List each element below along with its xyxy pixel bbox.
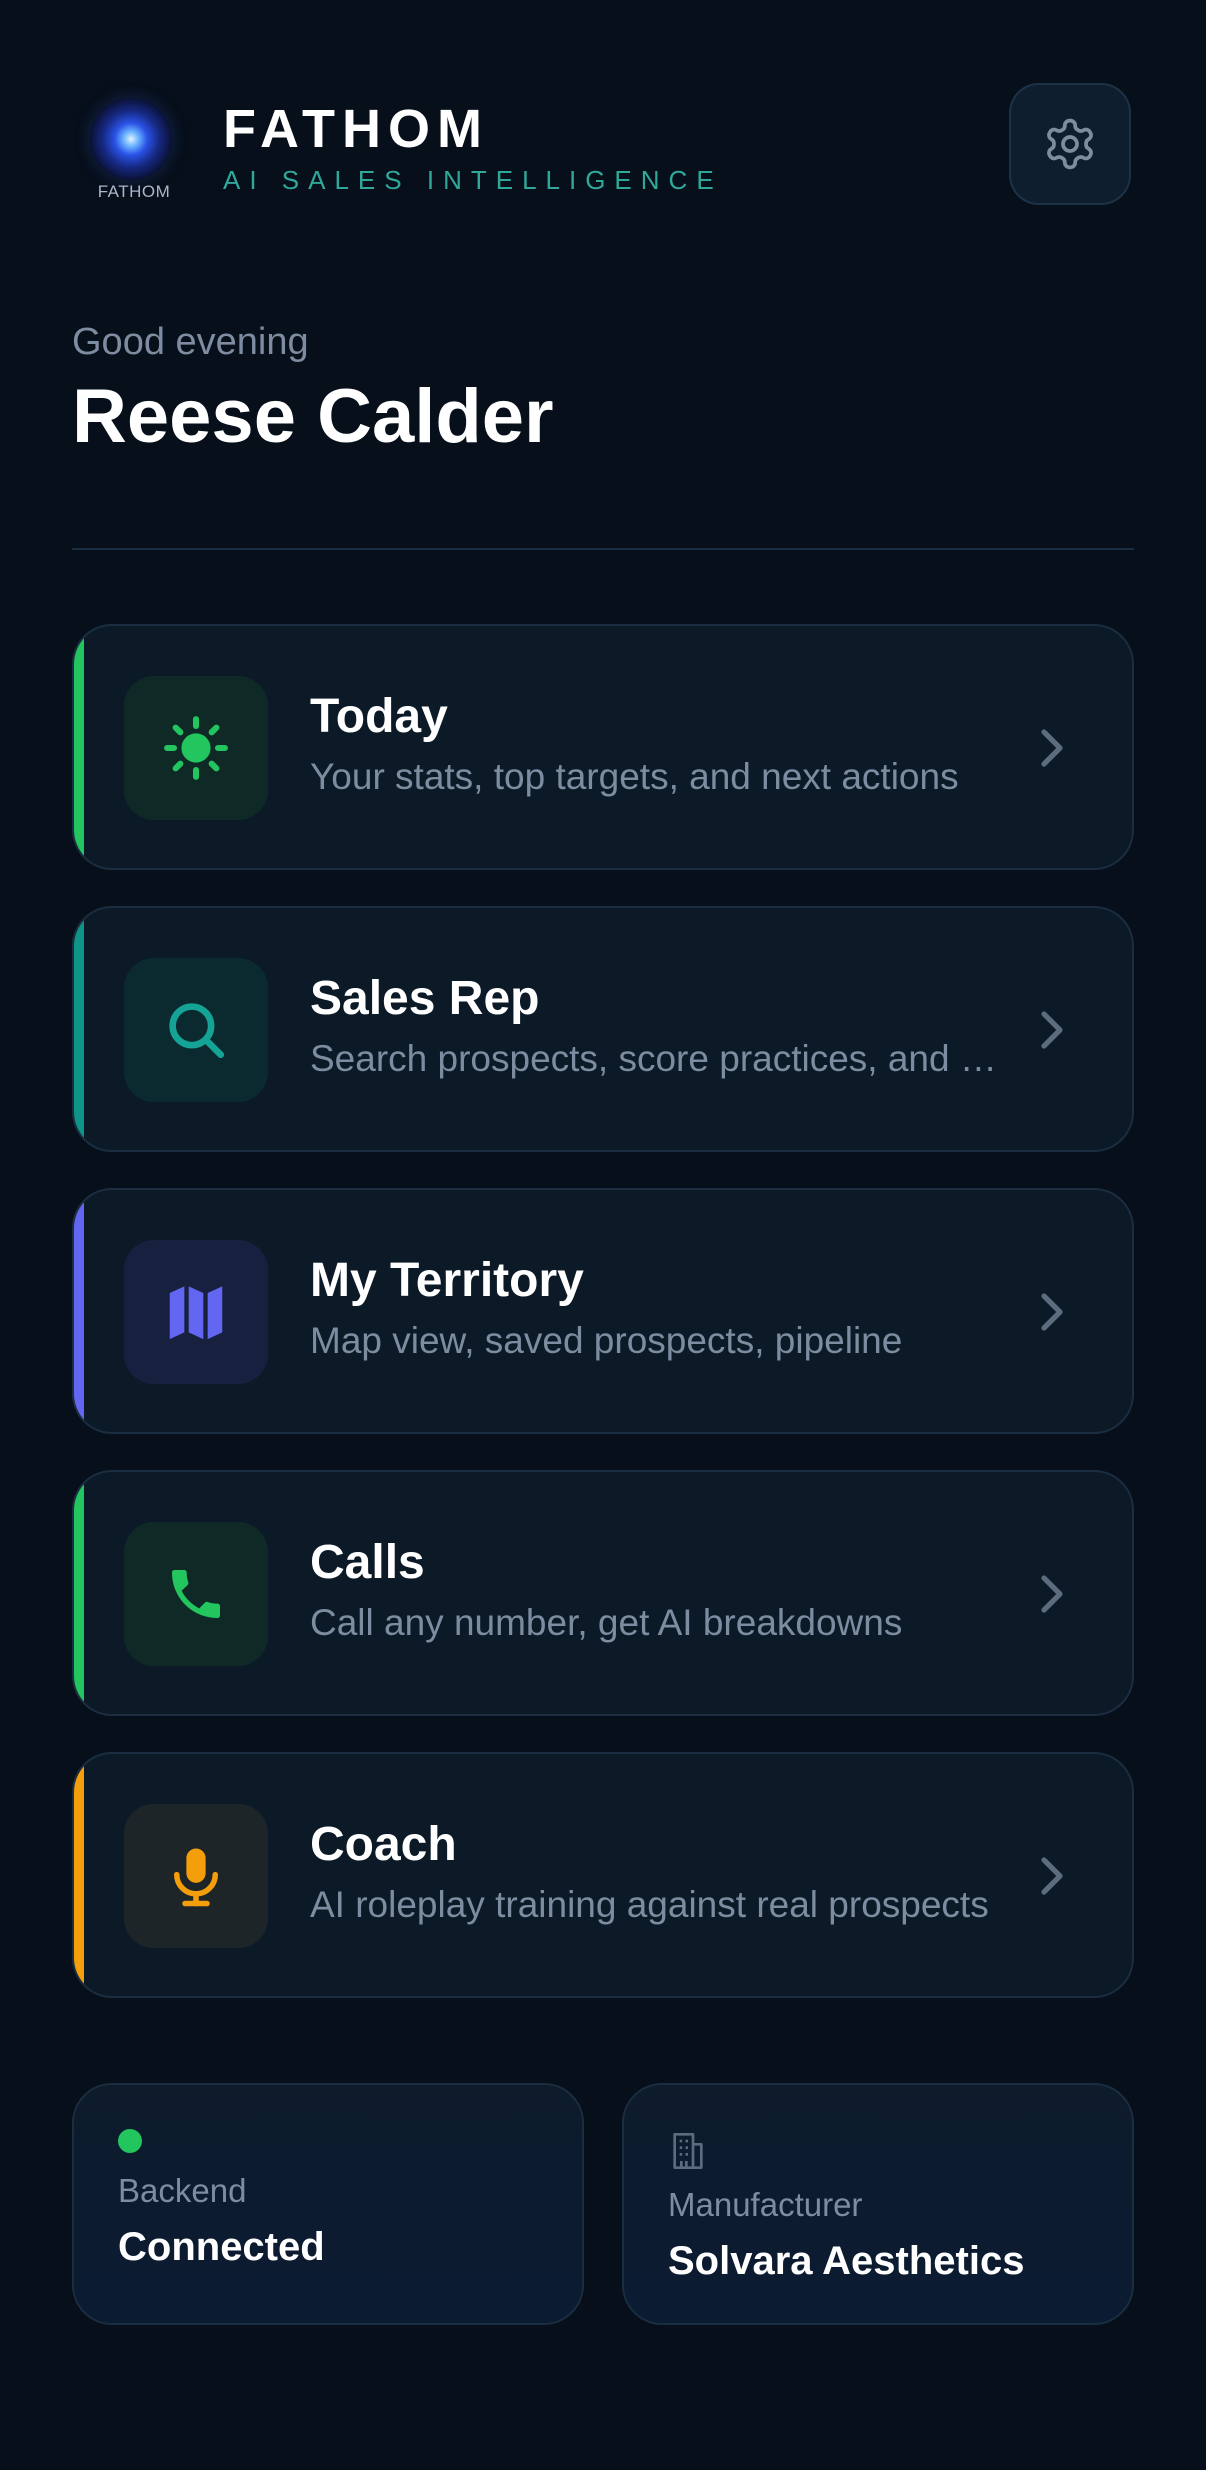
brand-name: FATHOM: [223, 99, 489, 159]
gear-icon: [1047, 118, 1093, 170]
map-icon: [124, 1240, 268, 1384]
search-icon: [124, 958, 268, 1102]
app-logo: FATHOM: [84, 94, 184, 204]
brand-tagline: AI SALES INTELLIGENCE: [223, 165, 723, 195]
greeting-salutation: Good evening: [72, 321, 309, 363]
card-accent-bar: [74, 1190, 84, 1432]
backend-status-card: Backend Connected: [72, 2083, 584, 2325]
building-icon: [673, 2133, 703, 2169]
menu-card-today[interactable]: Today Your stats, top targets, and next …: [72, 624, 1134, 870]
microphone-icon: [124, 1804, 268, 1948]
card-title: Today: [310, 690, 448, 743]
phone-icon: [124, 1522, 268, 1666]
card-accent-bar: [74, 908, 84, 1150]
card-description: Call any number, get AI breakdowns: [310, 1602, 903, 1643]
card-title: Calls: [310, 1536, 425, 1589]
logo-orb-icon: [90, 98, 172, 180]
card-description: Your stats, top targets, and next action…: [310, 756, 959, 797]
backend-label: Backend: [118, 2172, 247, 2209]
menu-card-my-territory[interactable]: My Territory Map view, saved prospects, …: [72, 1188, 1134, 1434]
status-dot-icon: [118, 2129, 142, 2153]
divider: [72, 548, 1134, 550]
sun-icon: [124, 676, 268, 820]
settings-button[interactable]: [1009, 83, 1131, 205]
chevron-right-icon: [1041, 1575, 1063, 1613]
menu-card-calls[interactable]: Calls Call any number, get AI breakdowns: [72, 1470, 1134, 1716]
card-title: My Territory: [310, 1254, 584, 1307]
user-name: Reese Calder: [72, 374, 554, 459]
backend-value: Connected: [118, 2225, 325, 2269]
chevron-right-icon: [1041, 729, 1063, 767]
card-title: Coach: [310, 1818, 457, 1871]
logo-wordmark: FATHOM: [97, 182, 171, 201]
card-accent-bar: [74, 626, 84, 868]
card-description: Search prospects, score practices, and m…: [310, 1038, 1010, 1079]
card-accent-bar: [74, 1754, 84, 1996]
chevron-right-icon: [1041, 1293, 1063, 1331]
card-title: Sales Rep: [310, 972, 540, 1025]
card-description: Map view, saved prospects, pipeline: [310, 1320, 903, 1361]
card-accent-bar: [74, 1472, 84, 1714]
menu-card-coach[interactable]: Coach AI roleplay training against real …: [72, 1752, 1134, 1998]
chevron-right-icon: [1041, 1857, 1063, 1895]
manufacturer-label: Manufacturer: [668, 2186, 863, 2223]
menu-card-sales-rep[interactable]: Sales Rep Search prospects, score practi…: [72, 906, 1134, 1152]
chevron-right-icon: [1041, 1011, 1063, 1049]
manufacturer-value: Solvara Aesthetics: [668, 2239, 1025, 2283]
manufacturer-card: Manufacturer Solvara Aesthetics: [622, 2083, 1134, 2325]
card-description: AI roleplay training against real prospe…: [310, 1884, 989, 1925]
